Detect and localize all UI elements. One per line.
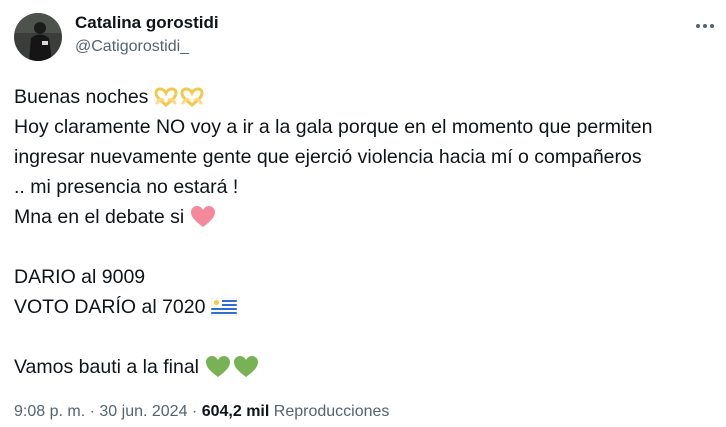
tweet-date: 30 jun. 2024: [99, 403, 188, 420]
tweet-time-link[interactable]: 9:08 p. m. · 30 jun. 2024: [14, 403, 187, 420]
more-options-button[interactable]: [688, 12, 722, 40]
tweet-line: .. mi presencia no estará !: [14, 172, 719, 202]
author-display-name[interactable]: Catalina gorostidi: [75, 12, 219, 34]
green-heart-emoji: [206, 356, 230, 377]
author-handle[interactable]: @Catigorostidi_: [75, 36, 189, 58]
avatar[interactable]: [14, 13, 62, 61]
tweet-line: Buenas noches: [14, 82, 719, 112]
tweet-line-text: VOTO DARÍO al 7020: [14, 296, 206, 318]
tweet-line: DARIO al 9009: [14, 262, 719, 292]
tweet-line-text: Vamos bauti a la final: [14, 356, 199, 378]
tweet-line-text: .. mi presencia no estará !: [14, 176, 239, 198]
tweet-line-text: Hoy claramente NO voy a ir a la gala por…: [14, 116, 653, 138]
tweet-line-text: Mna en el debate si: [14, 206, 185, 228]
tweet-line: Hoy claramente NO voy a ir a la gala por…: [14, 112, 719, 142]
views-count: 604,2 mil: [201, 403, 270, 420]
meta-separator: ·: [191, 403, 198, 420]
tweet-line-text: ingresar nuevamente gente que ejerció vi…: [14, 146, 642, 168]
tweet-metadata: 9:08 p. m. · 30 jun. 2024 · 604,2 mil Re…: [14, 400, 389, 424]
pink-heart-emoji: [191, 206, 216, 227]
tweet-line: Vamos bauti a la final: [14, 352, 719, 382]
profile-avatar-image: [14, 13, 62, 61]
tweet-time: 9:08 p. m.: [14, 403, 86, 420]
tweet-line: Mna en el debate si: [14, 202, 719, 232]
uruguay-flag-emoji: [211, 298, 238, 316]
more-dots-icon: [696, 24, 714, 28]
green-heart-emoji: [234, 356, 258, 377]
tweet-line-text: Buenas noches: [14, 86, 149, 108]
views-link[interactable]: 604,2 mil Reproducciones: [202, 403, 390, 420]
heart-hands-emoji: [154, 87, 178, 107]
tweet-text: Buenas noches Hoy claramente NO voy a ir…: [14, 82, 719, 382]
tweet-line: ingresar nuevamente gente que ejerció vi…: [14, 142, 719, 172]
meta-separator: ·: [89, 403, 95, 420]
views-label: Reproducciones: [273, 403, 390, 420]
heart-hands-emoji: [180, 87, 204, 107]
tweet-line-text: DARIO al 9009: [14, 266, 146, 288]
tweet-line: VOTO DARÍO al 7020: [14, 292, 719, 322]
